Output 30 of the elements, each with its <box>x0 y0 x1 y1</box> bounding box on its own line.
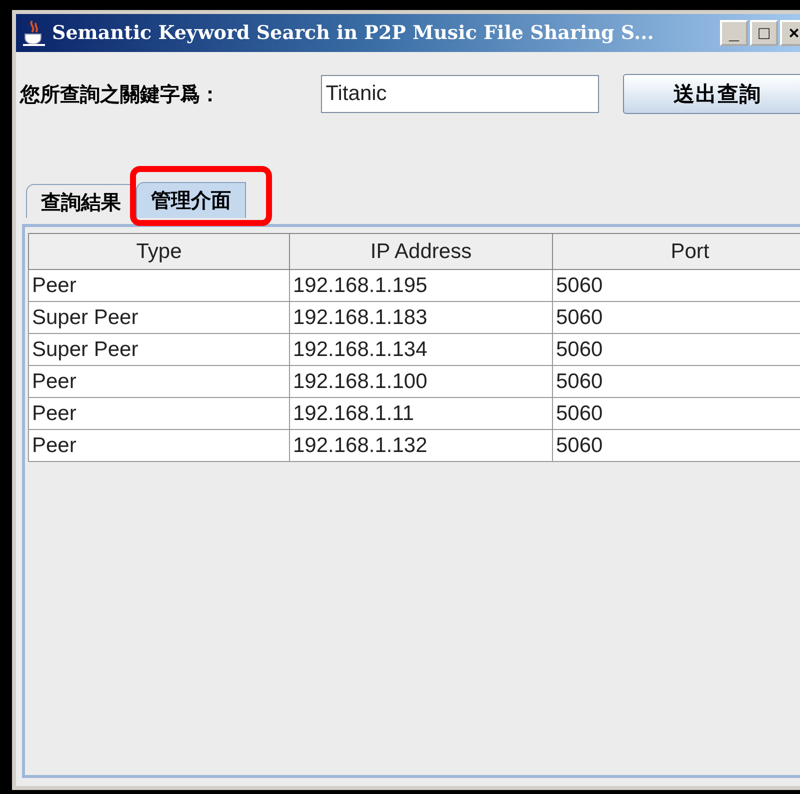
table-cell: Peer <box>28 366 290 398</box>
column-header[interactable]: IP Address <box>290 234 552 270</box>
table-cell: 192.168.1.100 <box>290 366 552 398</box>
table-cell: 5060 <box>552 398 800 430</box>
maximize-button[interactable]: □ <box>750 20 778 46</box>
table-cell: 192.168.1.132 <box>290 430 552 462</box>
tab[interactable]: 管理介面 <box>136 182 246 218</box>
table-cell: Super Peer <box>28 334 290 366</box>
keyword-field[interactable]: Titanic <box>320 75 599 113</box>
minimize-button[interactable]: _ <box>720 20 748 46</box>
table-cell: 5060 <box>552 270 800 302</box>
close-button[interactable]: × <box>780 20 800 46</box>
keyword-label: 您所查詢之關鍵字爲： <box>20 80 221 108</box>
column-header[interactable]: Port <box>552 234 800 270</box>
table-cell: 5060 <box>552 334 800 366</box>
table-cell: Peer <box>28 270 290 302</box>
table-cell: Peer <box>28 430 290 462</box>
table-cell: 192.168.1.195 <box>290 270 552 302</box>
table-cell: 5060 <box>552 430 800 462</box>
window-title: Semantic Keyword Search in P2P Music File Sharing S... <box>52 22 655 44</box>
table-cell: 192.168.1.11 <box>290 398 552 430</box>
table-cell: Super Peer <box>28 302 290 334</box>
coffee-cup-icon <box>22 19 46 47</box>
table-cell: Peer <box>28 398 290 430</box>
column-header[interactable]: Type <box>28 234 290 270</box>
table-cell: 5060 <box>552 302 800 334</box>
table-cell: 5060 <box>552 366 800 398</box>
submit-button[interactable]: 送出查詢 <box>622 74 800 114</box>
table-cell: 192.168.1.134 <box>290 334 552 366</box>
table-cell: 192.168.1.183 <box>290 302 552 334</box>
